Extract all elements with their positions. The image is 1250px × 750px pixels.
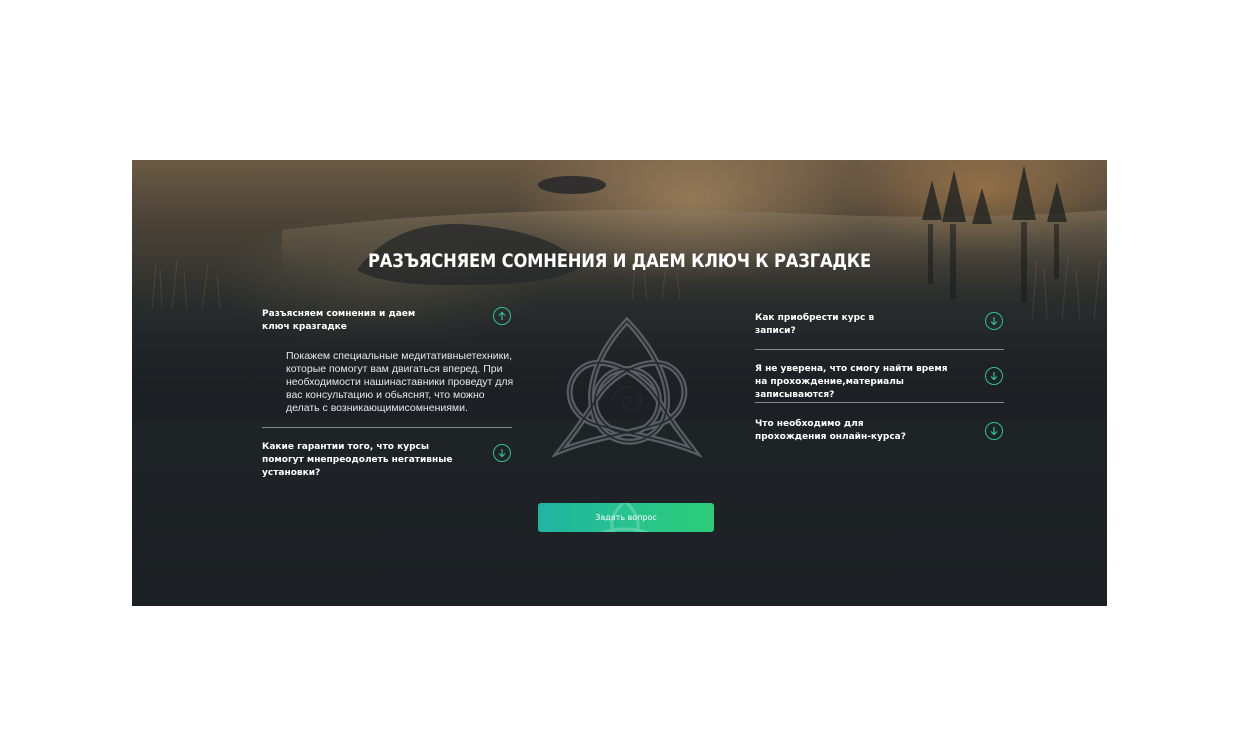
faq-divider <box>755 402 1004 403</box>
faq-item-right-2[interactable]: Я не уверена, что смогу найти время на п… <box>755 363 1005 402</box>
ask-question-button[interactable]: Задать вопрос <box>538 503 714 532</box>
section-title: РАЗЪЯСНЯЕМ СОМНЕНИЯ И ДАЕМ КЛЮЧ К РАЗГАД… <box>368 249 871 272</box>
faq-item-right-3[interactable]: Что необходимо для прохождения онлайн-ку… <box>755 418 1005 444</box>
faq-question[interactable]: Что необходимо для прохождения онлайн-ку… <box>755 418 930 444</box>
ask-question-label: Задать вопрос <box>595 513 657 522</box>
faq-answer: Покажем специальные медитативныетехники,… <box>286 350 514 414</box>
faq-question[interactable]: Разъясняем сомнения и даем ключ кразгадк… <box>262 308 442 334</box>
faq-divider <box>262 427 512 428</box>
faq-divider <box>755 349 1004 350</box>
arrow-down-circle-icon[interactable] <box>985 312 1003 330</box>
faq-item-left-1[interactable]: Разъясняем сомнения и даем ключ кразгадк… <box>262 307 517 334</box>
faq-item-left-2[interactable]: Какие гарантии того, что курсы помогут м… <box>262 441 517 480</box>
arrow-down-circle-icon[interactable] <box>985 367 1003 385</box>
faq-item-right-1[interactable]: Как приобрести курс в записи? <box>755 312 1005 338</box>
celtic-triquetra-icon <box>552 316 702 458</box>
arrow-up-circle-icon[interactable] <box>493 307 511 325</box>
faq-question[interactable]: Я не уверена, что смогу найти время на п… <box>755 363 955 402</box>
faq-section: РАЗЪЯСНЯЕМ СОМНЕНИЯ И ДАЕМ КЛЮЧ К РАЗГАД… <box>132 160 1107 606</box>
arrow-down-circle-icon[interactable] <box>985 422 1003 440</box>
faq-question[interactable]: Как приобрести курс в записи? <box>755 312 875 338</box>
faq-question[interactable]: Какие гарантии того, что курсы помогут м… <box>262 441 462 480</box>
arrow-down-circle-icon[interactable] <box>493 444 511 462</box>
